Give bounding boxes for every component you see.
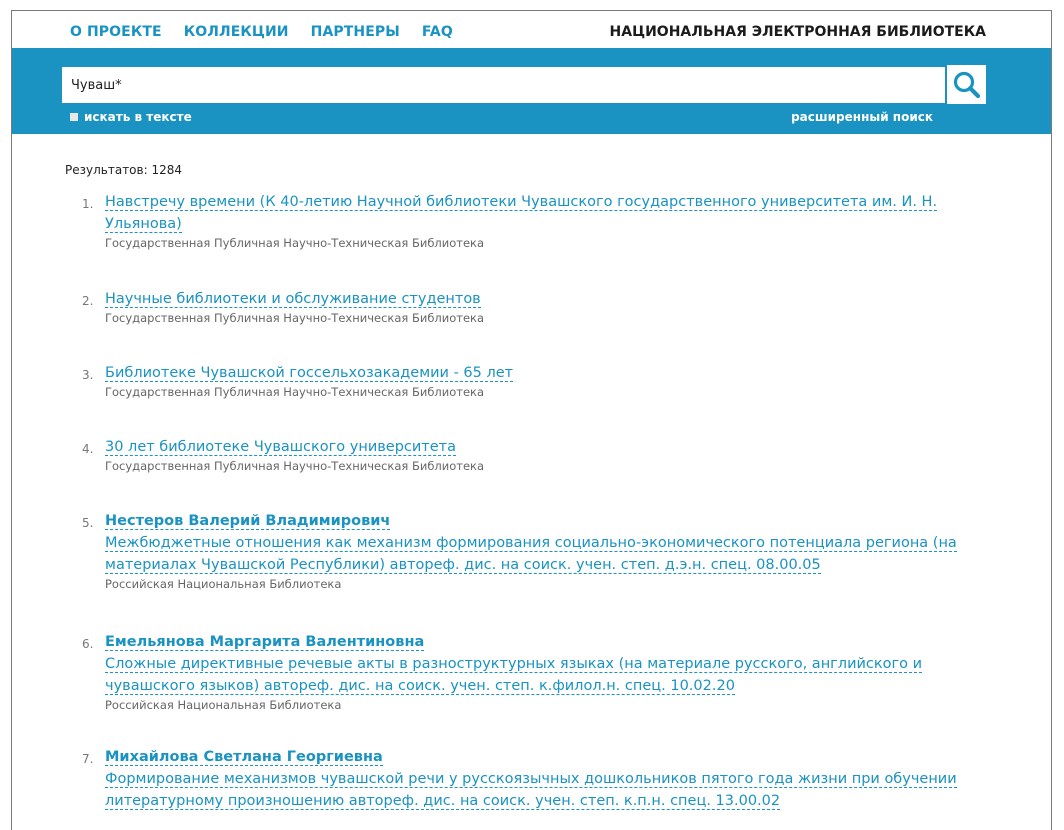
result-title-link[interactable]: Библиотеке Чувашской госсельхозакадемии … [105,362,985,384]
results-count: Результатов: 1284 [65,163,182,177]
result-number: 2. [82,294,94,308]
nav-links: О ПРОЕКТЕ КОЛЛЕКЦИИ ПАРТНЕРЫ FAQ [70,24,475,40]
result-number: 5. [82,516,94,530]
result-number: 4. [82,442,94,456]
result-number: 1. [82,197,94,211]
result-title-link[interactable]: Научные библиотеки и обслуживание студен… [105,288,985,310]
nav-item-partners[interactable]: ПАРТНЕРЫ [311,24,400,40]
site-brand[interactable]: НАЦИОНАЛЬНАЯ ЭЛЕКТРОННАЯ БИБЛИОТЕКА [610,24,986,40]
result-title-link[interactable]: Формирование механизмов чувашской речи у… [105,768,985,812]
page-frame: О ПРОЕКТЕ КОЛЛЕКЦИИ ПАРТНЕРЫ FAQ НАЦИОНА… [11,10,1052,830]
result-source: Государственная Публичная Научно-Техниче… [105,236,485,250]
result-source: Государственная Публичная Научно-Техниче… [105,311,485,325]
nav-item-faq[interactable]: FAQ [422,24,453,40]
result-source: Государственная Публичная Научно-Техниче… [105,459,485,473]
result-source: Российская Национальная Библиотека [105,698,342,712]
search-in-text-checkbox[interactable] [70,113,78,121]
result-author-link[interactable]: Михайлова Светлана Георгиевна [105,746,985,768]
advanced-search-link[interactable]: расширенный поиск [791,110,933,124]
result-number: 3. [82,368,94,382]
result-title-link[interactable]: Сложные директивные речевые акты в разно… [105,653,985,697]
search-button[interactable] [947,65,986,104]
search-icon [953,71,980,98]
result-title-link[interactable]: 30 лет библиотеке Чувашского университет… [105,436,985,458]
nav-item-collections[interactable]: КОЛЛЕКЦИИ [184,24,289,40]
search-band: искать в тексте расширенный поиск [12,48,1051,134]
result-source: Государственная Публичная Научно-Техниче… [105,385,485,399]
search-input[interactable] [62,67,945,103]
top-navigation: О ПРОЕКТЕ КОЛЛЕКЦИИ ПАРТНЕРЫ FAQ НАЦИОНА… [12,11,1051,49]
search-in-text-label: искать в тексте [84,110,192,124]
result-title-link[interactable]: Навстречу времени (К 40-летию Научной би… [105,191,985,235]
result-source: Российская Национальная Библиотека [105,577,342,591]
result-author-link[interactable]: Емельянова Маргарита Валентиновна [105,631,985,653]
result-author-link[interactable]: Нестеров Валерий Владимирович [105,510,985,532]
result-title-link[interactable]: Межбюджетные отношения как механизм форм… [105,532,985,576]
result-number: 6. [82,637,94,651]
result-number: 7. [82,752,94,766]
search-in-text-option[interactable]: искать в тексте [70,110,192,124]
nav-item-about[interactable]: О ПРОЕКТЕ [70,24,162,40]
